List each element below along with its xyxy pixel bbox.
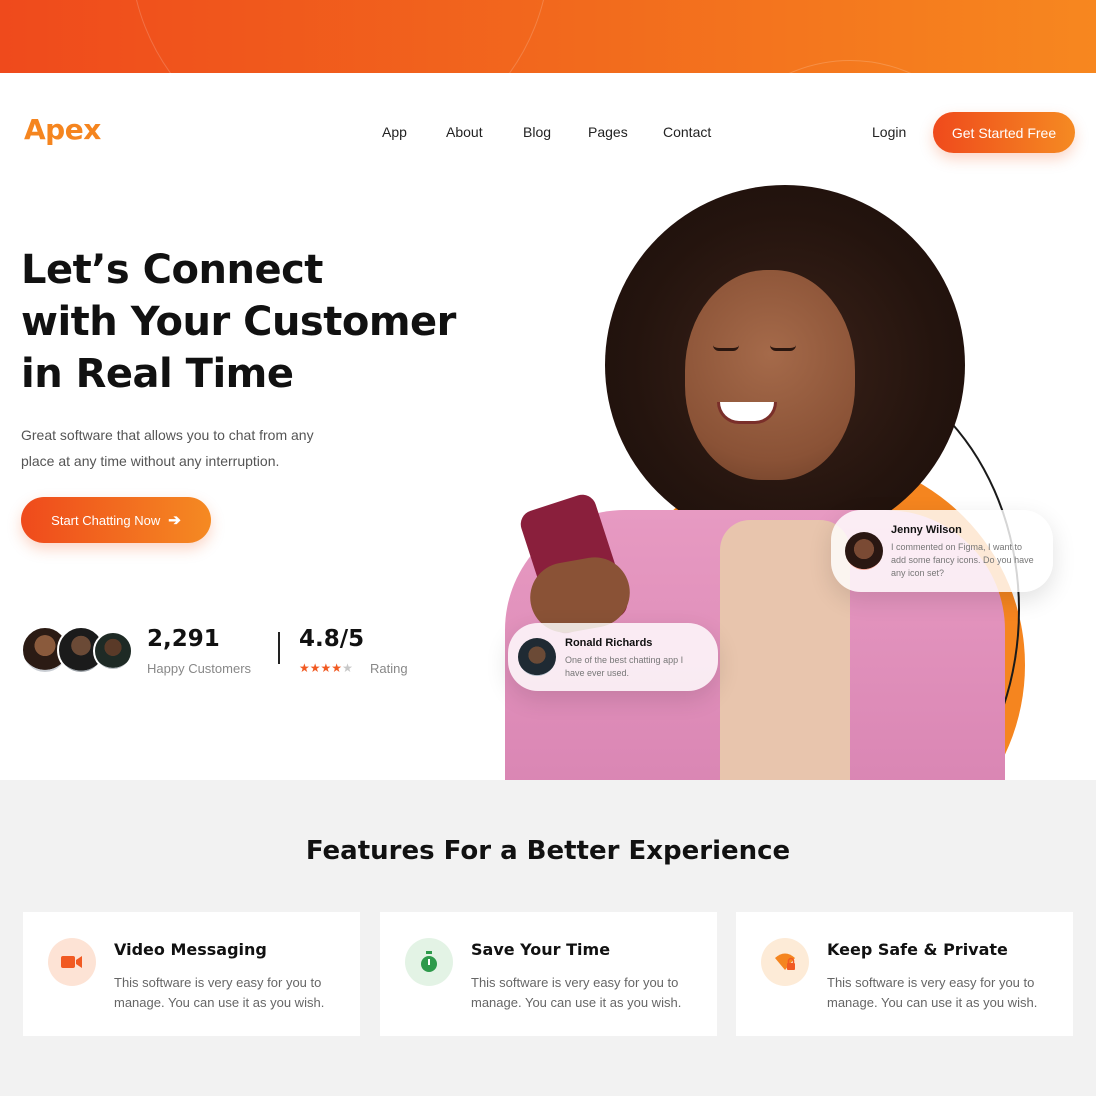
top-banner <box>0 0 1096 73</box>
login-link[interactable]: Login <box>872 124 906 140</box>
rating-stars: ★★★★★ <box>299 661 353 675</box>
person-eye <box>770 345 796 351</box>
nav-link-app[interactable]: App <box>382 124 407 140</box>
nav-link-contact[interactable]: Contact <box>663 124 711 140</box>
feature-description: This software is very easy for you to ma… <box>471 975 682 1010</box>
star-icon: ★ <box>331 661 343 675</box>
stopwatch-icon <box>405 938 453 986</box>
feature-card-time[interactable]: Save Your Time This software is very eas… <box>380 912 717 1036</box>
decorative-ring <box>700 60 1000 73</box>
feature-description: This software is very easy for you to ma… <box>114 975 325 1010</box>
customer-avatars <box>21 626 133 676</box>
arrow-right-icon: ➔ <box>168 512 181 529</box>
hero-subtitle-line: Great software that allows you to chat f… <box>21 427 314 443</box>
feature-title: Save Your Time <box>471 940 611 959</box>
hero-subtitle-line: place at any time without any interrupti… <box>21 453 280 469</box>
features-section: Features For a Better Experience Video M… <box>0 780 1096 1096</box>
hero-title-line: with Your Customer <box>21 299 456 345</box>
features-title: Features For a Better Experience <box>305 836 791 866</box>
logo[interactable]: Apex <box>24 113 101 146</box>
star-icon: ★ <box>299 661 310 675</box>
wifi-lock-icon <box>761 938 809 986</box>
feature-card-safe[interactable]: Keep Safe & Private This software is ver… <box>736 912 1073 1036</box>
start-chatting-label: Start Chatting Now <box>51 512 161 528</box>
decorative-ring <box>130 0 550 73</box>
rating-value: 4.8/5 <box>299 626 365 652</box>
rating-label: Rating <box>370 661 408 676</box>
avatar <box>93 631 133 671</box>
nav-link-blog[interactable]: Blog <box>523 124 551 140</box>
chat-message: One of the best chatting app I have ever… <box>565 655 684 678</box>
hero-title: Let’s Connect with Your Customer in Real… <box>21 244 481 400</box>
feature-title: Keep Safe & Private <box>827 940 1008 959</box>
customers-count: 2,291 <box>147 626 220 652</box>
chat-bubble-ronald: Ronald Richards One of the best chatting… <box>508 623 718 691</box>
stats-divider <box>278 632 280 664</box>
nav-link-pages[interactable]: Pages <box>588 124 628 140</box>
chat-bubble-jenny: Jenny Wilson I commented on Figma, I wan… <box>831 510 1053 592</box>
navbar: Apex App About Blog Pages Contact Login … <box>0 73 1096 191</box>
hero-subtitle: Great software that allows you to chat f… <box>21 422 361 474</box>
star-icon: ★ <box>342 661 353 675</box>
star-icon: ★ <box>320 661 332 675</box>
start-chatting-button[interactable]: Start Chatting Now ➔ <box>21 497 211 543</box>
person-face <box>685 270 855 480</box>
feature-title: Video Messaging <box>114 940 267 959</box>
chat-sender-name: Ronald Richards <box>565 637 653 649</box>
chat-message: I commented on Figma, I want to add some… <box>891 542 1034 578</box>
hero-title-line: in Real Time <box>21 351 294 397</box>
avatar <box>845 532 883 570</box>
nav-link-about[interactable]: About <box>446 124 483 140</box>
hero-title-line: Let’s Connect <box>21 247 323 293</box>
person-eye <box>713 345 739 351</box>
video-camera-icon <box>48 938 96 986</box>
avatar <box>518 638 556 676</box>
feature-card-video[interactable]: Video Messaging This software is very ea… <box>23 912 360 1036</box>
feature-description: This software is very easy for you to ma… <box>827 975 1038 1010</box>
star-icon: ★ <box>309 661 321 675</box>
get-started-button[interactable]: Get Started Free <box>933 112 1075 153</box>
customers-label: Happy Customers <box>147 661 252 676</box>
chat-sender-name: Jenny Wilson <box>891 524 962 536</box>
